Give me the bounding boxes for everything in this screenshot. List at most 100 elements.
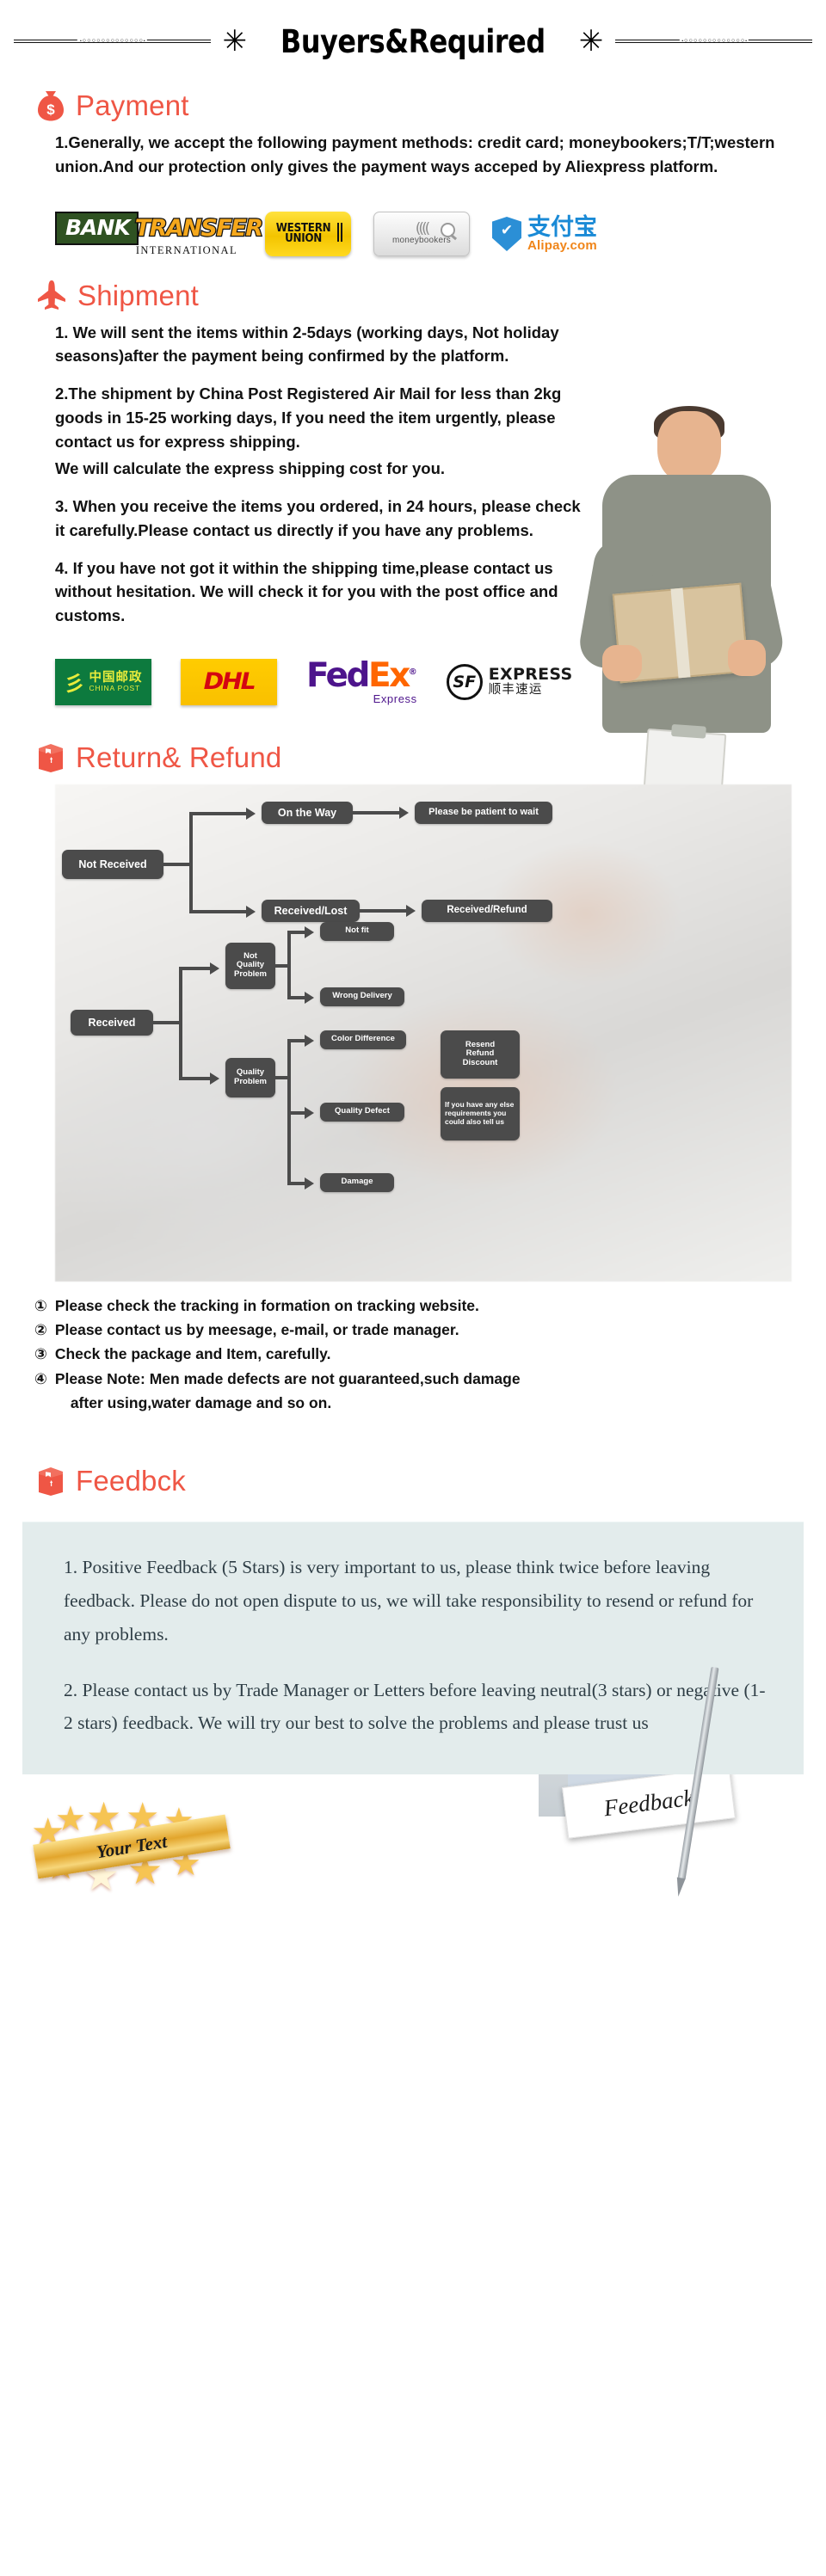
bank-transfer-logo: BANK TRANSFER INTERNATIONAL <box>55 212 264 257</box>
fedex-registered-mark: ® <box>408 667 417 678</box>
feedback-paragraph-1: 1. Positive Feedback (5 Stars) is very i… <box>64 1557 754 1645</box>
shipment-paragraph-3: We will calculate the express shipping c… <box>55 459 446 478</box>
banner-star-icon-right: ✳ <box>578 24 604 58</box>
list-item: ④ Please Note: Men made defects are not … <box>34 1367 785 1416</box>
sf-express-logo: SF EXPRESS 顺丰速运 <box>446 663 573 700</box>
dhl-logo: DHL <box>181 658 277 705</box>
flow-node-not-fit: Not fit <box>320 921 394 941</box>
flow-line-12 <box>287 930 291 999</box>
note-text-4-cont: after using,water damage and so on. <box>70 1394 332 1412</box>
flow-line-5 <box>189 909 250 913</box>
flow-line-1 <box>163 862 193 866</box>
sf-circle-label: SF <box>446 663 483 700</box>
badge-star-icon-3: ★ <box>86 1792 122 1840</box>
flow-arrow-3 <box>246 905 256 918</box>
shipment-paragraph-2: 2.The shipment by China Post Registered … <box>55 384 562 451</box>
section-title-feedback: Feedbck <box>76 1465 186 1497</box>
flow-node-received-refund: Received/Refund <box>422 899 552 922</box>
moneybookers-dot-icon <box>441 223 455 237</box>
feedback-body: 1. Positive Feedback (5 Stars) is very i… <box>22 1522 804 1881</box>
flow-node-on-the-way: On the Way <box>262 801 353 824</box>
badge-label: Your Text <box>95 1830 169 1862</box>
banner-star-icon-left: ✳ <box>222 24 248 58</box>
payment-paragraph-1: 1.Generally, we accept the following pay… <box>55 133 775 175</box>
badge-star-icon-2: ★ <box>55 1798 86 1839</box>
flow-arrow-11 <box>305 1177 314 1190</box>
package-icon <box>39 1467 63 1497</box>
banner-bead-ornament-right: ·◦◦◦◦◦◦◦◦◦◦◦◦◦· <box>679 35 749 46</box>
list-item: ② Please contact us by meesage, e-mail, … <box>34 1318 785 1342</box>
flow-arrow-9 <box>305 1034 314 1047</box>
section-title-shipment: Shipment <box>77 279 200 311</box>
page-banner: ·◦◦◦◦◦◦◦◦◦◦◦◦◦· ✳ Buyers&Required ✳ ·◦◦◦… <box>0 0 826 76</box>
flow-node-else-requirements: If you have any else requirements you co… <box>441 1086 520 1140</box>
china-post-logo: 彡 中国邮政 CHINA POST <box>55 658 151 705</box>
bank-transfer-primary: BANK <box>55 212 139 245</box>
feedback-sign-label: Feedback <box>602 1784 695 1821</box>
flow-node-quality-problem-label: Quality Problem <box>233 1067 267 1086</box>
return-refund-notes: ① Please check the tracking in formation… <box>0 1282 826 1419</box>
flow-node-resend-refund-discount-label: Resend Refund Discount <box>462 1039 498 1068</box>
flow-line-10 <box>179 1076 213 1080</box>
flow-line-2 <box>189 811 193 913</box>
money-bag-icon: $ <box>38 91 64 121</box>
banner-bead-ornament-left: ·◦◦◦◦◦◦◦◦◦◦◦◦◦· <box>77 35 147 46</box>
bank-transfer-sub: INTERNATIONAL <box>135 243 237 256</box>
western-union-line2: UNION <box>285 232 322 245</box>
western-union-logo: WESTERN UNION <box>265 212 351 256</box>
package-icon <box>39 743 63 772</box>
flow-node-quality-defect: Quality Defect <box>320 1102 404 1122</box>
fedex-ex-label: Ex <box>367 656 410 696</box>
section-heading-shipment: Shipment <box>0 266 826 317</box>
flow-arrow-6 <box>210 1072 219 1085</box>
china-post-mark-icon: 彡 <box>64 672 85 697</box>
flow-node-not-quality-problem-label: Not Quality Problem <box>233 950 267 980</box>
flow-node-resend-refund-discount: Resend Refund Discount <box>441 1030 520 1079</box>
note-number-3: ③ <box>34 1345 47 1363</box>
alipay-shield-icon <box>492 217 521 251</box>
flow-line-4 <box>353 810 403 815</box>
shipment-body: 1. We will sent the items within 2-5days… <box>0 317 826 645</box>
shipment-paragraph-1: 1. We will sent the items within 2-5days… <box>55 323 559 366</box>
section-heading-payment: $ Payment <box>0 76 826 127</box>
flow-line-8 <box>179 966 182 1080</box>
return-refund-flowchart: Not Received On the Way Please be patien… <box>55 784 792 1282</box>
sf-cn-label: 顺丰速运 <box>488 683 543 698</box>
flow-arrow-1 <box>246 807 256 820</box>
svg-text:$: $ <box>46 101 55 118</box>
flow-node-quality-problem: Quality Problem <box>225 1057 275 1097</box>
flow-line-6 <box>360 908 410 913</box>
flow-node-be-patient: Please be patient to wait <box>415 801 552 824</box>
section-title-return-refund: Return& Refund <box>76 741 282 773</box>
note-text-4: Please Note: Men made defects are not gu… <box>54 1369 521 1387</box>
flow-arrow-7 <box>305 925 314 938</box>
flow-node-wrong-delivery: Wrong Delivery <box>320 987 404 1006</box>
section-heading-feedback: Feedbck <box>0 1418 826 1503</box>
fedex-logo: FedEx® Express <box>306 659 417 704</box>
moneybookers-label: moneybookers <box>392 236 451 245</box>
flow-node-not-quality-problem: Not Quality Problem <box>225 942 275 989</box>
note-number-4: ④ <box>34 1369 47 1387</box>
airplane-icon <box>38 280 65 310</box>
note-text-3: Check the package and Item, carefully. <box>54 1345 331 1363</box>
flow-node-damage: Damage <box>320 1172 394 1192</box>
banner-rule-right: ·◦◦◦◦◦◦◦◦◦◦◦◦◦· <box>615 35 812 46</box>
flow-node-else-requirements-label: If you have any else requirements you co… <box>445 1100 515 1126</box>
bank-transfer-secondary: TRANSFER <box>133 214 264 243</box>
china-post-en-label: CHINA POST <box>89 683 140 692</box>
section-title-payment: Payment <box>76 89 189 121</box>
flow-arrow-4 <box>406 904 416 917</box>
note-text-1: Please check the tracking in formation o… <box>54 1296 479 1314</box>
flow-arrow-8 <box>305 991 314 1004</box>
alipay-logo: 支付宝 Alipay.com <box>492 216 597 252</box>
flow-node-not-received: Not Received <box>62 849 163 879</box>
alipay-cn-label: 支付宝 <box>527 214 597 241</box>
flow-node-color-difference: Color Difference <box>320 1030 406 1049</box>
dhl-label: DHL <box>203 668 256 696</box>
alipay-en-label: Alipay.com <box>527 238 597 253</box>
shipment-paragraph-4: 3. When you receive the items you ordere… <box>55 497 581 539</box>
banner-rule-left: ·◦◦◦◦◦◦◦◦◦◦◦◦◦· <box>14 35 211 46</box>
product-policy-page: ·◦◦◦◦◦◦◦◦◦◦◦◦◦· ✳ Buyers&Required ✳ ·◦◦◦… <box>0 0 826 2576</box>
moneybookers-logo: (((( moneybookers <box>373 212 470 256</box>
payment-body: 1.Generally, we accept the following pay… <box>0 127 826 196</box>
